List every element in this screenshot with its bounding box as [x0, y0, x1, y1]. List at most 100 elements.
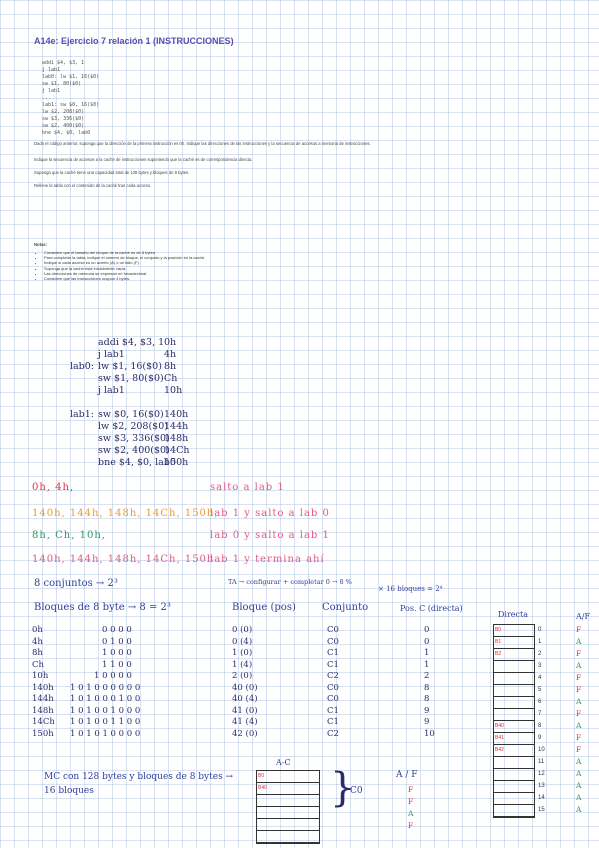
- cache-line: [494, 805, 534, 817]
- cache-index: 2: [538, 651, 542, 657]
- table-row: 144h 1 0 1 0 0 0 1 0 0 40 (4) C0 8: [32, 694, 452, 706]
- cache-index: 12: [538, 771, 545, 777]
- block-cell: 41 (4): [232, 717, 258, 727]
- hit-miss: F: [576, 625, 582, 634]
- hit-miss: F: [576, 673, 582, 682]
- sequence-addresses: 0h, 4h,: [32, 482, 75, 493]
- set-cell: C2: [327, 671, 339, 681]
- asm-instruction: j lab1: [98, 349, 125, 360]
- address-cell: Ch: [32, 659, 44, 670]
- block-cell: 1 (0): [232, 648, 253, 658]
- bits-cell: 1 1 0 0: [102, 659, 132, 670]
- mapping-table: 0h 0 0 0 0 0 (0) C0 0 4h 0 1 0 0 0 (4) C0 0 8h 1 …: [32, 625, 452, 740]
- cache-index: 10: [538, 747, 545, 753]
- paragraph: Rellene la tabla con el contenido de la …: [34, 183, 152, 188]
- cache-size-note: MC con 128 bytes y bloques de 8 bytes → …: [44, 772, 234, 796]
- hit-miss: A: [576, 793, 582, 802]
- cache-line: [494, 757, 534, 769]
- af-label: A / F: [396, 770, 418, 780]
- cache-line: [494, 709, 534, 721]
- asm-address: 0h: [164, 337, 177, 348]
- bits-cell: 1 0 1 0 0 0 0 0 0: [70, 682, 141, 693]
- hit-miss: F: [576, 685, 582, 694]
- pos-cell: 0: [424, 625, 430, 635]
- sequence-note: salto a lab 1: [210, 482, 285, 493]
- table-row: Ch 1 1 0 0 1 (4) C1 1: [32, 660, 452, 672]
- cache-index: 13: [538, 783, 545, 789]
- set-cell: C2: [327, 728, 339, 739]
- set-cell: C1: [327, 705, 339, 716]
- col-header-bloque-pos: Bloque (pos): [232, 602, 296, 613]
- cache-index: 14: [538, 795, 545, 801]
- hit-miss: A: [576, 637, 582, 646]
- block-cell: 2 (0): [232, 671, 253, 681]
- pos-cell: 1: [424, 659, 430, 670]
- pos-cell: 9: [424, 717, 430, 727]
- sets-note: 8 conjuntos → 2³: [34, 578, 118, 589]
- block-cell: 1 (4): [232, 659, 253, 670]
- hit-miss: F: [576, 745, 582, 754]
- cache-line: [257, 807, 319, 819]
- asm-address: 8h: [164, 361, 177, 372]
- asm-label: lab1:: [69, 409, 94, 420]
- address-cell: 14Ch: [32, 717, 55, 727]
- bits-cell: 1 0 0 0 0: [94, 671, 132, 681]
- sequence-addresses: 140h, 144h, 148h, 14Ch, 150h,: [32, 508, 219, 519]
- hit-miss: F: [576, 709, 582, 718]
- col-header-bloques: Bloques de 8 byte → 8 = 2³: [34, 602, 171, 613]
- bits-cell: 1 0 1 0 0 1 1 0 0: [70, 717, 141, 727]
- col-header-conjunto: Conjunto: [322, 602, 369, 613]
- address-cell: 10h: [32, 671, 49, 681]
- table-row: 4h 0 1 0 0 0 (4) C0 0: [32, 637, 452, 649]
- cache-index: 15: [538, 807, 545, 813]
- pos-cell: 2: [424, 671, 430, 681]
- pos-cell: 10: [424, 728, 435, 739]
- asm-address: 148h: [164, 433, 189, 444]
- cache-line: [494, 793, 534, 805]
- pos-cell: 9: [424, 705, 430, 716]
- table-row: 148h 1 0 1 0 0 1 0 0 0 41 (0) C1 9: [32, 706, 452, 718]
- pos-cell: 1: [424, 648, 430, 658]
- bits-cell: 0 0 0 0: [102, 625, 132, 635]
- ta-note: TA → configurar + completar 0 → 8 %: [228, 578, 352, 586]
- asm-label: lab0:: [69, 361, 94, 372]
- asm-instruction: lw $1, 16($0): [98, 361, 162, 372]
- bits-cell: 0 1 0 0: [102, 636, 132, 647]
- block-cell: 41 (0): [232, 705, 258, 716]
- sequence-addresses: 140h, 144h, 148h, 14Ch, 150h: [32, 554, 215, 565]
- cache-index: 8: [538, 723, 542, 729]
- cache-line: B40: [494, 721, 534, 733]
- note-item: Considere que las instrucciones ocupan 4…: [44, 276, 584, 281]
- hit-miss: A: [576, 769, 582, 778]
- bits-cell: 1 0 1 0 0 1 0 0 0: [70, 705, 141, 716]
- asm-instruction: sw $3, 336($0): [98, 433, 170, 444]
- block-cell: 0 (4): [232, 636, 253, 647]
- cache-line: B1: [494, 637, 534, 649]
- cache-index: 9: [538, 735, 542, 741]
- cache-line: [494, 781, 534, 793]
- bits-cell: 1 0 0 0: [102, 648, 132, 658]
- hit-miss-column: F A F A F F A F A F F A A A A A: [576, 624, 581, 816]
- cache-index: 4: [538, 675, 542, 681]
- assoc-cache-label: A-C: [276, 758, 291, 767]
- set-cell: C1: [327, 717, 339, 727]
- set-c0-label: C0: [350, 786, 363, 796]
- address-cell: 140h: [32, 682, 54, 693]
- hit-miss: F: [576, 733, 582, 742]
- asm-address: 4h: [164, 349, 177, 360]
- pos-cell: 8: [424, 694, 430, 704]
- hit-miss: A: [576, 721, 582, 730]
- table-row: 140h 1 0 1 0 0 0 0 0 0 40 (0) C0 8: [32, 683, 452, 695]
- paragraph: Indique la secuencia de accesos a la cac…: [34, 157, 253, 162]
- asm-instruction: sw $2, 400($0): [98, 445, 170, 456]
- cache-line: [494, 769, 534, 781]
- cache-line: [494, 661, 534, 673]
- address-cell: 0h: [32, 625, 43, 635]
- cache-index: 1: [538, 639, 542, 645]
- cache-index: 7: [538, 711, 542, 717]
- hit-miss: F: [408, 797, 414, 806]
- sequence-addresses: 8h, Ch, 10h,: [32, 530, 106, 541]
- cache-line: B40: [257, 783, 319, 795]
- hit-miss: F: [408, 785, 414, 794]
- set-cell: C0: [327, 636, 339, 647]
